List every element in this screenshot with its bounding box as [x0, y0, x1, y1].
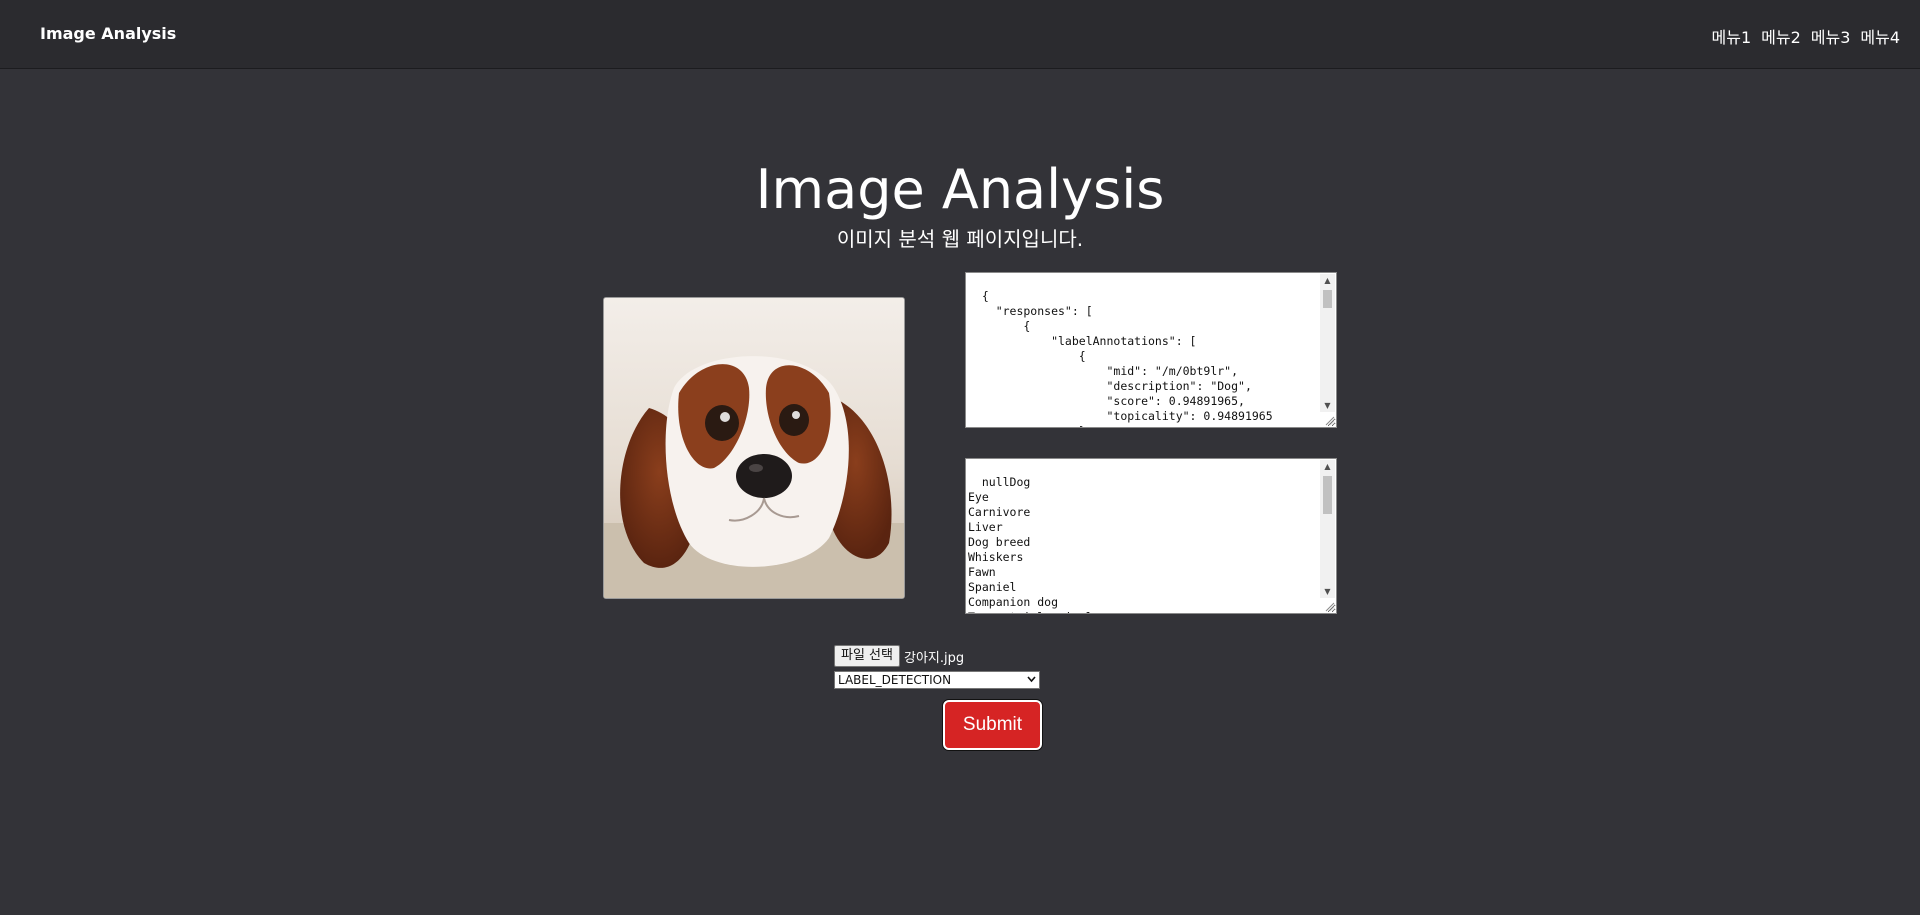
puppy-photo [604, 298, 904, 598]
scroll-thumb[interactable] [1323, 476, 1332, 514]
navbar: Image Analysis 메뉴1 메뉴2 메뉴3 메뉴4 [0, 0, 1920, 69]
feature-select[interactable]: LABEL_DETECTION [834, 671, 1040, 689]
scroll-up-icon[interactable]: ▲ [1320, 460, 1335, 473]
json-result-text: { "responses": [ { "labelAnnotations": [… [981, 289, 1273, 427]
labels-scrollbar[interactable]: ▲ ▼ [1320, 460, 1335, 598]
scroll-thumb[interactable] [1323, 290, 1332, 308]
image-preview [603, 297, 905, 599]
page-title: Image Analysis [755, 158, 1165, 221]
chevron-down-icon [1027, 676, 1036, 683]
submit-button[interactable]: Submit [943, 700, 1042, 750]
labels-result-text: nullDog Eye Carnivore Liver Dog breed Wh… [968, 475, 1093, 613]
nav-menu: 메뉴1 메뉴2 메뉴3 메뉴4 [1712, 24, 1901, 48]
json-result-textarea[interactable]: { "responses": [ { "labelAnnotations": [… [965, 272, 1337, 428]
brand-link[interactable]: Image Analysis [40, 24, 176, 43]
scroll-down-icon[interactable]: ▼ [1320, 585, 1335, 598]
scroll-down-icon[interactable]: ▼ [1320, 399, 1335, 412]
choose-file-button[interactable]: 파일 선택 [834, 645, 900, 667]
menu-item-4[interactable]: 메뉴4 [1860, 24, 1900, 48]
scroll-up-icon[interactable]: ▲ [1320, 274, 1335, 287]
file-input: 파일 선택 강아지.jpg [834, 645, 964, 667]
json-scrollbar[interactable]: ▲ ▼ [1320, 274, 1335, 412]
page-subtitle: 이미지 분석 웹 페이지입니다. [836, 227, 1084, 251]
menu-item-3[interactable]: 메뉴3 [1811, 24, 1851, 48]
menu-item-2[interactable]: 메뉴2 [1761, 24, 1801, 48]
feature-select-value: LABEL_DETECTION [838, 673, 952, 687]
menu-item-1[interactable]: 메뉴1 [1712, 24, 1752, 48]
labels-result-textarea[interactable]: nullDog Eye Carnivore Liver Dog breed Wh… [965, 458, 1337, 614]
resize-grip-icon[interactable] [1323, 414, 1335, 426]
selected-file-name: 강아지.jpg [903, 650, 965, 666]
resize-grip-icon[interactable] [1323, 600, 1335, 612]
